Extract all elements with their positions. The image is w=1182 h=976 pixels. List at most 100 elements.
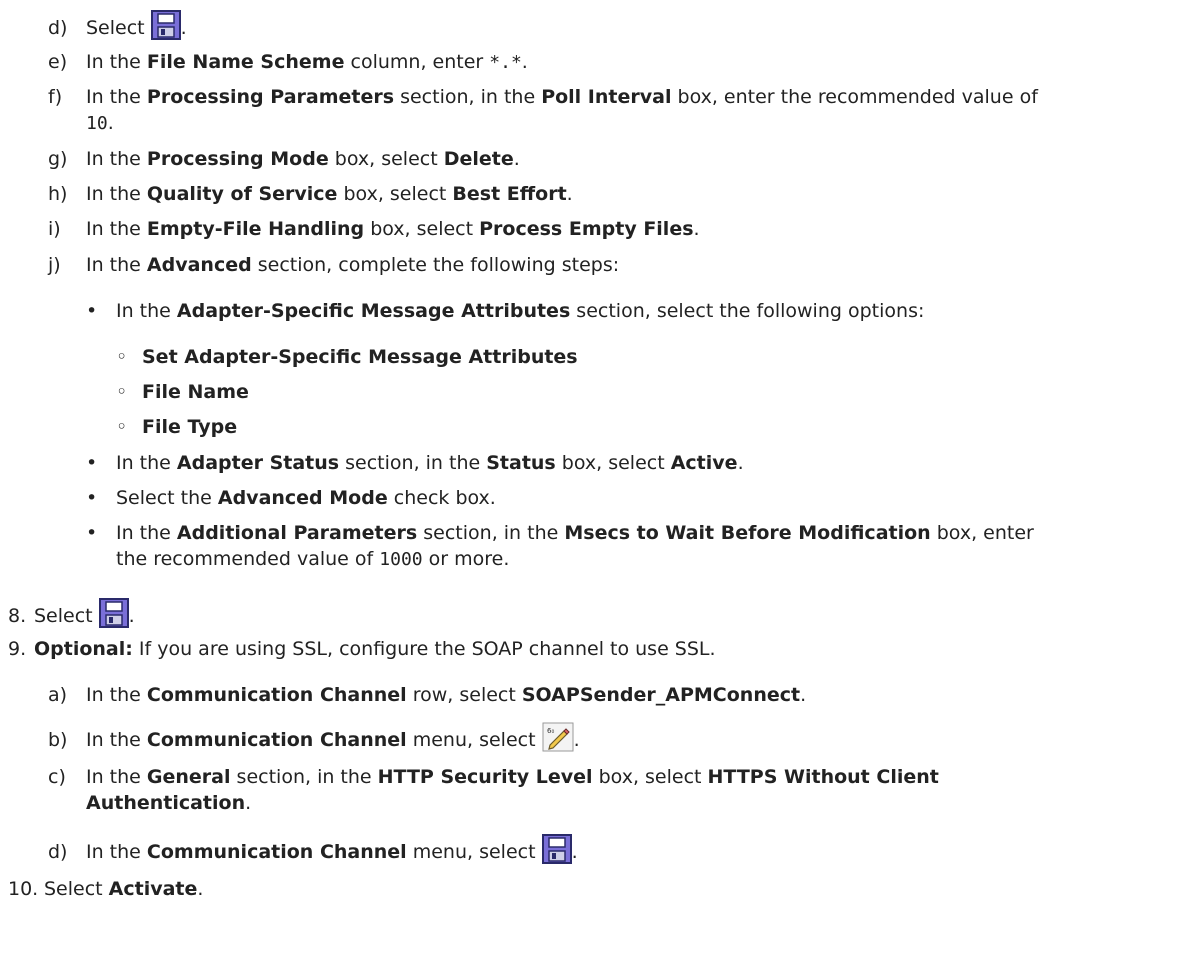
period: . [566, 183, 573, 205]
step-9: 9. Optional: If you are using SSL, config… [8, 636, 716, 662]
bullet-item: • In the Adapter Status section, in the S… [86, 450, 744, 476]
step-text: row, select [406, 684, 522, 706]
ui-term: File Name Scheme [146, 51, 345, 73]
ui-term: Communication Channel [146, 684, 407, 706]
step-number: 8. [8, 605, 27, 627]
option-label: File Type [142, 416, 238, 438]
step-text: Select [86, 17, 145, 39]
bullet-dot: • [86, 522, 98, 544]
step-marker: c) [48, 766, 66, 788]
ui-term: Best Effort [452, 183, 567, 205]
period: . [197, 878, 204, 900]
step-10: 10. Select Activate. [8, 876, 203, 902]
step-text: In the [86, 729, 147, 751]
ui-term: Authentication [86, 792, 246, 814]
ui-term: Adapter-Specific Message Attributes [176, 300, 571, 322]
ui-term: Status [486, 452, 556, 474]
period: . [737, 452, 744, 474]
step-marker: a) [48, 684, 68, 706]
step-text: In the [86, 684, 147, 706]
step-text: menu, select [406, 729, 536, 751]
sub-bullet-item: ◦ File Name [116, 379, 249, 405]
step-text: In the [116, 300, 177, 322]
edit-pencil-icon: 6₀ [542, 722, 574, 759]
step-text: menu, select [406, 841, 536, 863]
step-marker: h) [48, 183, 68, 205]
ui-term: Processing Mode [146, 148, 329, 170]
step-marker: j) [48, 254, 61, 276]
save-icon [98, 598, 129, 635]
step-text: section, in the [230, 766, 378, 788]
step-marker: b) [48, 729, 68, 751]
step-text: box, select [328, 148, 444, 170]
step-text: In the [116, 452, 177, 474]
save-icon [541, 834, 572, 871]
ui-term: Adapter Status [176, 452, 340, 474]
step-marker: f) [48, 86, 63, 108]
code-value: 10 [86, 113, 108, 134]
step-f: f) In the Processing Parameters section, … [48, 84, 1038, 110]
period: . [128, 605, 135, 627]
step-text: section, complete the following steps: [251, 254, 620, 276]
step-marker: d) [48, 17, 68, 39]
step-marker: g) [48, 148, 68, 170]
step-text: In the [86, 183, 147, 205]
step-text: box, enter the recommended value of [671, 86, 1038, 108]
period: . [693, 218, 700, 240]
sub-bullet-item: ◦ File Type [116, 414, 237, 440]
step-8: 8. Select . [8, 598, 135, 635]
step-text: or more. [422, 548, 510, 570]
period: . [180, 17, 187, 39]
step-text: In the [86, 148, 147, 170]
step-text: check box. [387, 487, 496, 509]
sub-bullet-item: ◦ Set Adapter-Specific Message Attributes [116, 344, 578, 370]
ui-term: SOAPSender_APMConnect [521, 684, 801, 706]
step-d-save: d) Select . [48, 10, 187, 47]
period: . [573, 729, 580, 751]
ui-term: General [146, 766, 231, 788]
step-text: column, enter [344, 51, 490, 73]
step-text: In the [86, 218, 147, 240]
step-text: Select [34, 605, 93, 627]
bullet-item-cont: the recommended value of 1000 or more. [116, 546, 509, 573]
period: . [513, 148, 520, 170]
bullet-item: • In the Additional Parameters section, i… [86, 520, 1034, 546]
svg-text:6₀: 6₀ [547, 727, 554, 735]
step-9d: d) In the Communication Channel menu, sel… [48, 834, 578, 871]
step-text: the recommended value of [116, 548, 380, 570]
bullet-dot: • [86, 487, 98, 509]
ui-term: Communication Channel [146, 729, 407, 751]
step-9a: a) In the Communication Channel row, sele… [48, 682, 806, 708]
ui-term: Delete [443, 148, 514, 170]
save-icon [150, 10, 181, 47]
period: . [245, 792, 252, 814]
step-text: In the [86, 51, 147, 73]
code-value: 1000 [379, 549, 423, 570]
ui-term: Processing Parameters [146, 86, 395, 108]
ui-term: Communication Channel [146, 841, 407, 863]
step-text: section, select the following options: [570, 300, 925, 322]
step-text: section, in the [339, 452, 487, 474]
ui-term: Active [670, 452, 738, 474]
option-label: Set Adapter-Specific Message Attributes [142, 346, 578, 368]
step-j: j) In the Advanced section, complete the … [48, 252, 619, 278]
step-text: If you are using SSL, configure the SOAP… [132, 638, 716, 660]
step-text: box, select [592, 766, 708, 788]
ui-term: Optional: [34, 638, 133, 660]
period: . [571, 841, 578, 863]
period: . [800, 684, 807, 706]
step-number: 10. [8, 878, 39, 900]
step-text: box, select [555, 452, 671, 474]
bullet-dot: • [86, 452, 98, 474]
step-text: box, select [337, 183, 453, 205]
step-9b: b) In the Communication Channel menu, sel… [48, 722, 580, 759]
ui-term: Msecs to Wait Before Modification [564, 522, 931, 544]
ui-term: Advanced Mode [217, 487, 388, 509]
bullet-item: • Select the Advanced Mode check box. [86, 485, 496, 511]
step-marker: e) [48, 51, 68, 73]
step-text: section, in the [417, 522, 565, 544]
ui-term: Quality of Service [146, 183, 338, 205]
step-e: e) In the File Name Scheme column, enter … [48, 49, 528, 76]
ui-term: HTTPS Without Client [707, 766, 939, 788]
step-marker: d) [48, 841, 68, 863]
